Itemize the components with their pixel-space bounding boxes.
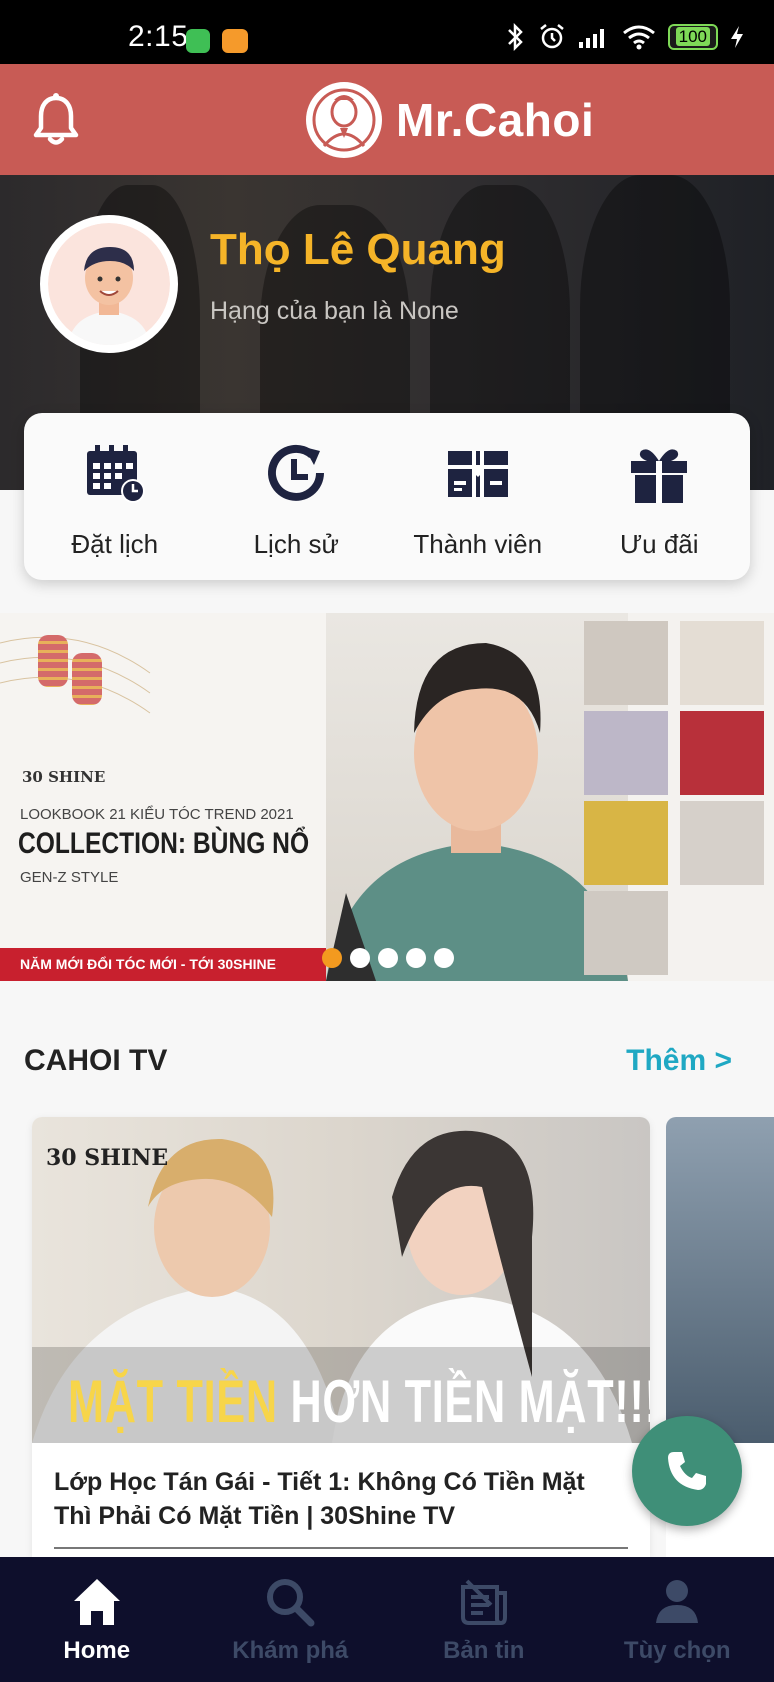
hairstyle-thumbnail xyxy=(584,711,668,795)
nav-home[interactable]: Home xyxy=(0,1557,194,1682)
hairstyle-thumbnail xyxy=(584,801,668,885)
hairstyle-thumbnail xyxy=(680,621,764,705)
section-title: CAHOI TV xyxy=(24,1044,168,1077)
nav-label: Tùy chọn xyxy=(623,1637,731,1664)
bell-icon xyxy=(33,93,79,145)
video-overlay-text: MẶT TIỀN HƠN TIỀN MẶT!!! xyxy=(68,1367,650,1436)
call-button[interactable] xyxy=(632,1416,742,1526)
quick-actions-card: Đặt lịch Lịch sử Thành viên Ưu đãi xyxy=(24,413,750,580)
status-bar: 2:15 100 xyxy=(0,0,774,64)
avatar-illustration xyxy=(68,247,150,345)
nav-explore[interactable]: Khám phá xyxy=(194,1557,388,1682)
user-icon xyxy=(656,1580,699,1623)
banner-subline: GEN-Z STYLE xyxy=(20,869,119,886)
banner-strip: NĂM MỚI ĐỔI TÓC MỚI - TỚI 30SHINE xyxy=(0,948,326,981)
alarm-icon xyxy=(539,24,564,49)
hairstyle-thumbnail xyxy=(680,711,764,795)
action-label: Đặt lịch xyxy=(71,529,159,559)
video-overlay-yellow: MẶT TIỀN xyxy=(68,1368,278,1435)
bluetooth-icon xyxy=(507,23,523,51)
battery-indicator: 100 xyxy=(667,24,718,50)
banner-model-photo xyxy=(326,613,628,981)
history-icon xyxy=(268,444,325,501)
banner-text-panel: 30 SHINE LOOKBOOK 21 KIỂU TÓC TREND 2021… xyxy=(0,613,326,981)
lantern-icon xyxy=(72,653,102,705)
carousel-dot[interactable] xyxy=(322,948,342,968)
action-history[interactable]: Lịch sử xyxy=(206,413,388,580)
signal-icon xyxy=(578,29,604,48)
nav-label: Bản tin xyxy=(443,1637,525,1664)
wifi-icon xyxy=(622,25,655,50)
action-membership[interactable]: Thành viên xyxy=(387,413,569,580)
battery-level: 100 xyxy=(675,27,710,46)
calendar-clock-icon xyxy=(86,445,145,503)
divider xyxy=(54,1547,628,1549)
action-label: Ưu đãi xyxy=(619,529,699,559)
app-logo: Mr.Cahoi xyxy=(306,80,594,160)
lantern-icon xyxy=(38,635,68,687)
status-time: 2:15 xyxy=(128,20,189,53)
video-thumbnail: 30 SHINE MẶT TIỀN HƠN TIỀN MẶT!!! xyxy=(32,1117,650,1443)
video-thumbnail xyxy=(666,1117,774,1443)
hairstyle-thumbnail xyxy=(680,801,764,885)
logo-mark-icon xyxy=(306,82,382,158)
nav-options[interactable]: Tùy chọn xyxy=(581,1557,774,1682)
notification-app-icon xyxy=(186,29,210,53)
notification-app-icon xyxy=(222,29,248,53)
bottom-navigation: Home Khám phá Bản tin Tùy chọn xyxy=(0,1557,774,1682)
nav-news[interactable]: Bản tin xyxy=(387,1557,581,1682)
video-title: Lớp Học Tán Gái - Tiết 1: Không Có Tiền … xyxy=(54,1468,585,1530)
app-name: Mr.Cahoi xyxy=(396,94,595,146)
nav-label: Home xyxy=(63,1637,131,1664)
banner-headline: COLLECTION: BÙNG NỔ xyxy=(18,827,310,860)
video-card[interactable]: 30 SHINE MẶT TIỀN HƠN TIỀN MẶT!!! Lớp Họ… xyxy=(32,1117,650,1557)
charging-icon xyxy=(731,26,743,48)
carousel-dot[interactable] xyxy=(378,948,398,968)
hairstyle-thumbnail xyxy=(584,621,668,705)
video-overlay-white: HƠN TIỀN MẶT!!! xyxy=(290,1368,650,1435)
notification-button[interactable] xyxy=(32,92,80,148)
banner-lookbook: LOOKBOOK 21 KIỂU TÓC TREND 2021 xyxy=(20,806,294,823)
phone-icon xyxy=(668,1452,706,1490)
carousel-indicators xyxy=(322,948,454,968)
promo-banner-carousel[interactable]: 30 SHINE LOOKBOOK 21 KIỂU TÓC TREND 2021… xyxy=(0,613,774,981)
user-name: Thọ Lê Quang xyxy=(210,225,506,274)
gift-icon xyxy=(631,449,688,503)
action-label: Thành viên xyxy=(413,529,543,559)
action-offers[interactable]: Ưu đãi xyxy=(569,413,751,580)
hairstyle-thumbnail xyxy=(584,891,668,975)
carousel-dot[interactable] xyxy=(350,948,370,968)
member-card-icon xyxy=(447,451,508,497)
carousel-dot[interactable] xyxy=(434,948,454,968)
carousel-dot[interactable] xyxy=(406,948,426,968)
avatar[interactable] xyxy=(40,215,178,353)
nav-label: Khám phá xyxy=(232,1637,349,1664)
app-header: Mr.Cahoi xyxy=(0,64,774,175)
user-rank: Hạng của bạn là None xyxy=(210,297,459,325)
status-icons: 100 xyxy=(504,22,744,52)
banner-brand: 30 SHINE xyxy=(22,768,106,786)
video-brand: 30 SHINE xyxy=(46,1145,169,1171)
home-icon xyxy=(73,1579,120,1625)
see-more-link[interactable]: Thêm > xyxy=(626,1044,732,1078)
action-booking[interactable]: Đặt lịch xyxy=(24,413,206,580)
action-label: Lịch sử xyxy=(253,529,339,559)
search-icon xyxy=(267,1579,315,1627)
news-icon xyxy=(460,1579,507,1625)
